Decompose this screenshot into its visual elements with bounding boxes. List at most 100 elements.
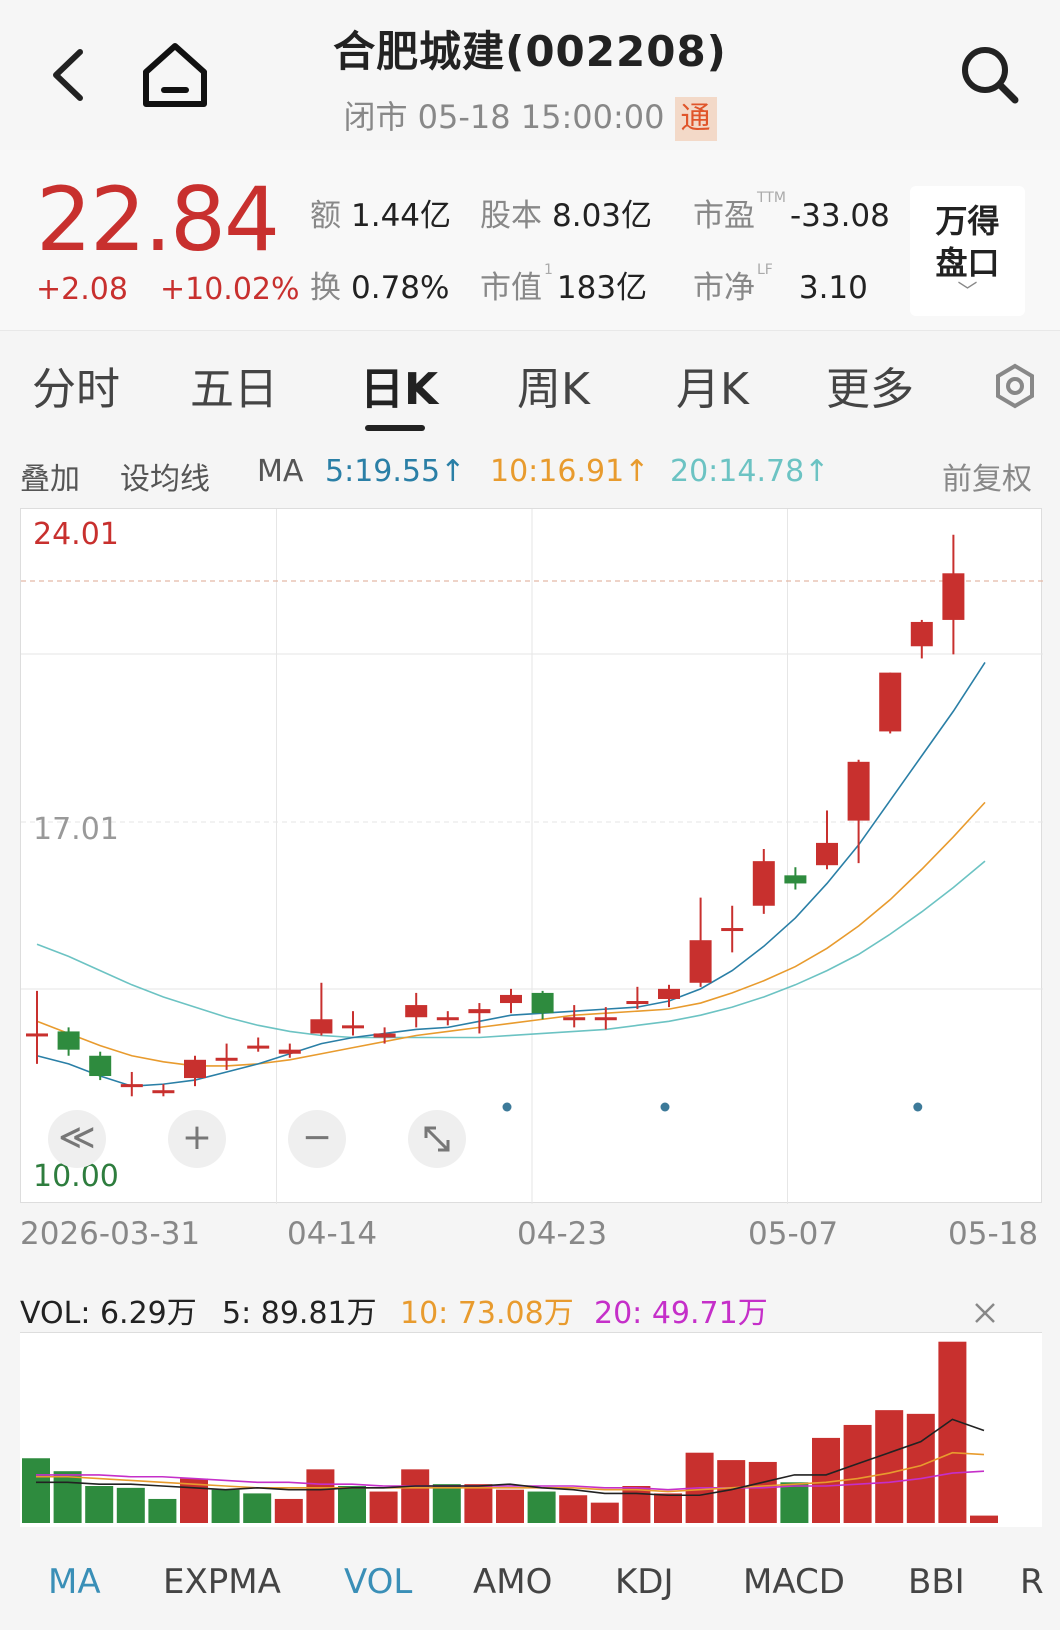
candle-body [563,1017,586,1021]
candle-body [910,621,933,647]
status-text: 闭市 05-18 15:00:00 [343,98,665,136]
candle-body [784,875,807,884]
tab-weekly-k[interactable]: 周K [517,353,590,417]
candle-body [816,842,838,866]
quote-pe-ratio: 市盈 TTM -33.08 [693,190,890,234]
volume-bar [496,1489,524,1523]
candle-body [879,672,902,732]
volume-bar [148,1498,177,1523]
volume-svg [22,1341,998,1523]
tab-five-day[interactable]: 五日 [190,353,278,417]
volume-bar [938,1341,967,1523]
indicator-expma[interactable]: EXPMA [163,1562,281,1602]
period-tabs: 分时 五日 日K 周K 月K 更多 [0,330,1060,431]
zoom-in-button[interactable]: + [168,1110,226,1168]
vol-ma5-value: 5: 89.81万 [222,1296,377,1331]
volume-bar [22,1458,50,1523]
zoom-out-button[interactable]: − [288,1110,346,1168]
indicator-kdj[interactable]: KDJ [615,1562,674,1602]
search-button[interactable] [955,40,1025,110]
quote-turnover: 换 0.78% [310,270,450,306]
candle-body [658,988,680,999]
candle-body [310,1019,333,1034]
candle-body [468,1009,491,1014]
adjust-mode-button[interactable]: 前复权 [942,454,1032,498]
double-chevron-left-icon: ≪ [58,1117,96,1158]
fullscreen-button[interactable] [408,1110,466,1168]
ma-label: MA [257,454,304,489]
tab-monthly-k[interactable]: 月K [676,353,749,417]
candle-body [247,1045,270,1049]
candle-body [215,1057,238,1061]
indicator-ma[interactable]: MA [48,1562,101,1602]
tab-intraday[interactable]: 分时 [32,353,120,417]
date-label: 05-07 [748,1216,839,1252]
overlay-button[interactable]: 叠加 [20,454,80,498]
date-label: 04-23 [517,1216,608,1252]
minus-icon: − [301,1117,333,1158]
ma10-value: 10:16.91↑ [490,454,650,489]
candle-body [89,1055,112,1077]
quote-share-capital: 股本 8.03亿 [480,198,653,234]
candle-body [942,573,965,620]
candle-body [752,861,775,906]
volume-bar [527,1491,556,1523]
set-ma-button[interactable]: 设均线 [120,454,210,498]
volume-bar [875,1410,904,1523]
candle-body [594,1017,617,1021]
volume-bar [559,1495,588,1523]
price-change-percent: +10.02% [160,272,300,307]
chart-settings-button[interactable] [990,361,1040,411]
gear-icon [996,363,1034,409]
volume-bar [590,1502,619,1523]
wande-orderbook-button[interactable]: 万得 盘口 ﹀ [910,186,1025,316]
quote-panel: 22.84 +2.08 +10.02% 额 1.44亿 股本 8.03亿 市盈 TTM… [0,150,1060,330]
plus-icon: + [181,1117,213,1158]
volume-bar [432,1484,461,1523]
candlestick-chart[interactable]: 24.01 17.01 10.00 [20,508,1043,1204]
vol-value: VOL: 6.29万 [20,1296,197,1331]
candle-body [373,1033,396,1038]
event-marker-icon [502,1102,512,1112]
candle-body [184,1059,206,1079]
volume-bar [53,1471,82,1523]
candle-body [26,1033,48,1037]
indicator-amo[interactable]: AMO [473,1562,552,1602]
tab-daily-k[interactable]: 日K [360,353,438,417]
indicator-macd[interactable]: MACD [743,1562,845,1602]
indicator-bbi[interactable]: BBI [908,1562,965,1602]
volume-bar [274,1498,303,1523]
volume-bar [338,1486,366,1523]
price-change: +2.08 [36,272,128,307]
rewind-button[interactable]: ≪ [48,1110,106,1168]
volume-legend-bar: VOL: 6.29万 5: 89.81万 10: 73.08万 20: 49.7… [0,1280,1060,1331]
volume-bar [401,1469,430,1523]
expand-icon [424,1126,450,1152]
stock-title: 合肥城建(002208) [333,27,727,76]
volume-chart[interactable] [20,1332,1042,1527]
volume-bar [85,1486,114,1523]
ma20-value: 20:14.78↑ [670,454,830,489]
indicator-r[interactable]: R [1020,1562,1044,1602]
ma10-line [36,801,986,1067]
volume-bar [843,1424,872,1523]
volume-bar [622,1486,651,1523]
tab-more[interactable]: 更多 [826,353,914,417]
volume-bar [211,1489,240,1523]
search-icon [962,47,1019,104]
candle-body [500,994,522,1004]
indicator-vol[interactable]: VOL [344,1562,412,1602]
quote-pb-ratio: 市净 LF 3.10 [693,262,868,306]
close-volume-button[interactable] [970,1298,1000,1328]
candlestick-svg [21,509,1043,1204]
last-price: 22.84 [36,168,280,271]
date-label: 05-18 [948,1216,1039,1252]
candle-body [57,1031,80,1050]
price-axis-mid: 17.01 [33,812,119,847]
candle-body [152,1090,175,1094]
chevron-down-icon: ﹀ [957,279,978,303]
candle-body [847,761,870,821]
connect-badge[interactable]: 通 [674,97,717,141]
price-axis-top: 24.01 [33,517,119,552]
volume-bar [464,1484,493,1523]
